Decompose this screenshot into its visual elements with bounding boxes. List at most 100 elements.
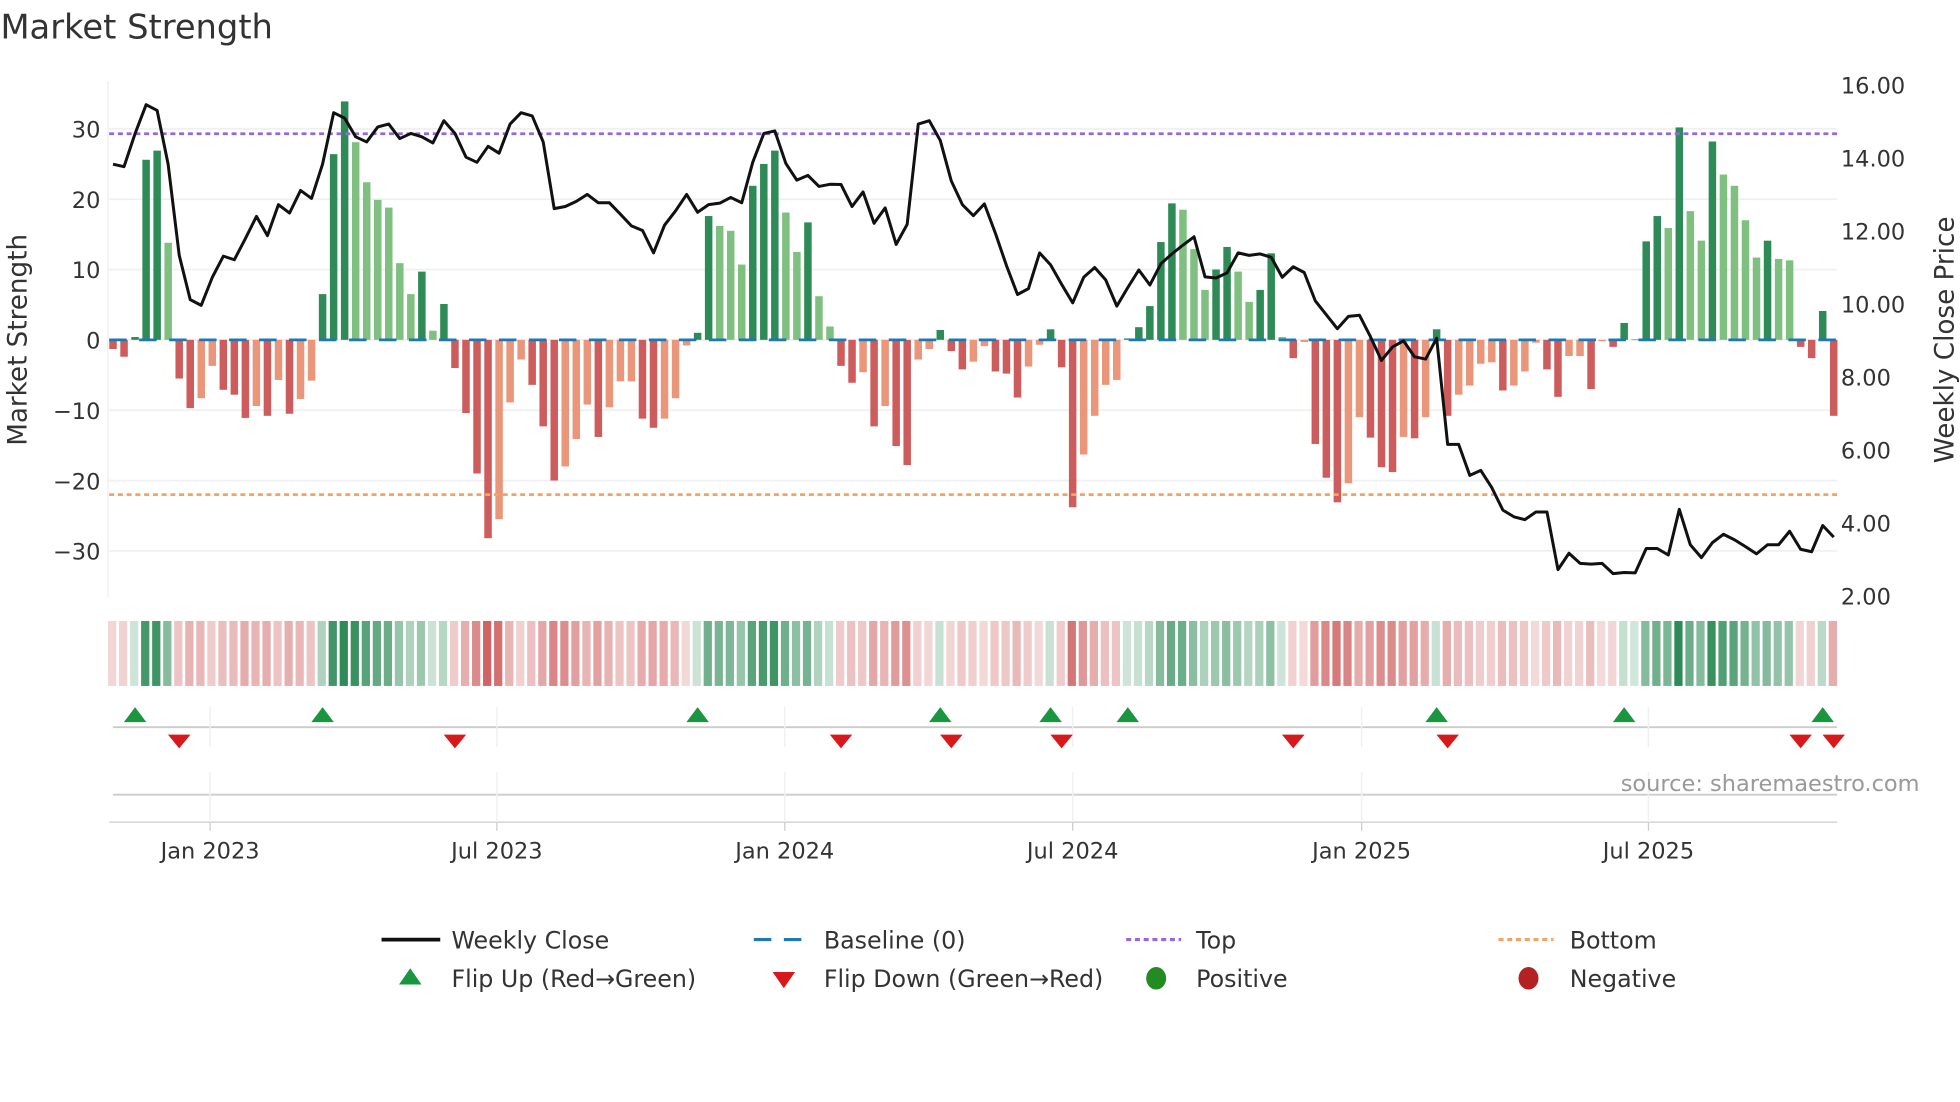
flip-up-marker bbox=[1116, 707, 1140, 723]
strength-bar bbox=[1686, 211, 1695, 340]
legend-bottom[interactable]: Bottom bbox=[1498, 926, 1657, 954]
strength-bar bbox=[1598, 339, 1606, 342]
legend-flip-up[interactable]: Flip Up (Red→Green) bbox=[399, 965, 696, 993]
legend-baseline[interactable]: Baseline (0) bbox=[753, 926, 966, 954]
strength-bar bbox=[274, 339, 283, 380]
strip-cell bbox=[1409, 620, 1418, 686]
flip-down-marker bbox=[167, 734, 191, 749]
strip-cell bbox=[1641, 620, 1650, 686]
strength-bar bbox=[351, 142, 360, 340]
y-tick-label: 30 bbox=[72, 118, 101, 144]
strip-cell bbox=[1376, 620, 1385, 686]
x-tick-label: Jul 2025 bbox=[1601, 838, 1694, 864]
strip-cell bbox=[1266, 620, 1275, 686]
legend-top[interactable]: Top bbox=[1126, 926, 1236, 954]
strength-bar bbox=[638, 339, 647, 419]
left-axis-title: Market Strength bbox=[4, 234, 34, 446]
strip-cell bbox=[1343, 620, 1352, 686]
strength-bar bbox=[1807, 339, 1816, 359]
strength-bar bbox=[1344, 339, 1353, 484]
legend-label: Top bbox=[1195, 926, 1236, 954]
strip-cell bbox=[681, 620, 690, 686]
strength-bar bbox=[1079, 339, 1088, 455]
strength-bar bbox=[362, 182, 371, 340]
strength-bar bbox=[1620, 322, 1628, 340]
strip-cell bbox=[902, 620, 911, 686]
flip-up-marker bbox=[1811, 707, 1834, 723]
strength-bar bbox=[175, 339, 183, 379]
strip-cell bbox=[1089, 620, 1098, 686]
legend-label: Flip Up (Red→Green) bbox=[451, 965, 696, 993]
y-tick-label: −30 bbox=[53, 540, 100, 566]
strip-cell bbox=[549, 620, 558, 686]
strip-cell bbox=[328, 620, 337, 686]
strip-cell bbox=[1222, 620, 1231, 686]
strip-cell bbox=[1575, 620, 1584, 686]
strength-bar bbox=[495, 339, 503, 520]
strip-cell bbox=[1211, 620, 1220, 686]
strip-cell bbox=[813, 620, 823, 686]
strip-cell bbox=[637, 620, 646, 686]
strip-cell bbox=[847, 620, 856, 686]
legend-flip-down[interactable]: Flip Down (Green→Red) bbox=[772, 965, 1104, 993]
strip-cell bbox=[1652, 620, 1661, 686]
y2-tick-label: 8.00 bbox=[1841, 366, 1891, 392]
strength-heat-strip bbox=[108, 620, 1837, 686]
triangle-down-icon bbox=[772, 972, 796, 989]
strip-cell bbox=[957, 620, 966, 686]
y2-tick-label: 4.00 bbox=[1841, 512, 1891, 538]
strip-cell bbox=[802, 620, 812, 686]
y-tick-label: 10 bbox=[72, 258, 101, 284]
strip-cell bbox=[1122, 620, 1132, 686]
strength-bar bbox=[671, 339, 680, 399]
strength-bar bbox=[1576, 339, 1584, 357]
strip-cell bbox=[1619, 620, 1628, 686]
strip-cell bbox=[1828, 620, 1837, 686]
y-tick-label: −10 bbox=[53, 399, 100, 425]
strip-cell bbox=[1718, 620, 1727, 686]
legend-label: Positive bbox=[1196, 965, 1287, 993]
y-tick-label: 20 bbox=[72, 188, 101, 214]
strip-cell bbox=[405, 620, 415, 686]
legend-weekly-close[interactable]: Weekly Close bbox=[381, 926, 610, 954]
legend-label: Weekly Close bbox=[451, 926, 609, 954]
legend-negative[interactable]: Negative bbox=[1518, 965, 1677, 993]
strip-cell bbox=[1773, 620, 1782, 686]
strip-cell bbox=[1508, 620, 1518, 686]
strength-bar bbox=[660, 339, 669, 419]
strip-cell bbox=[836, 620, 845, 686]
strip-cell bbox=[1597, 620, 1606, 686]
strip-cell bbox=[538, 620, 547, 686]
strength-bar bbox=[782, 212, 790, 340]
strip-cell bbox=[1486, 620, 1496, 686]
strength-bar bbox=[1399, 339, 1408, 437]
strip-cell bbox=[560, 620, 569, 686]
strip-cell bbox=[692, 620, 701, 686]
strength-bar bbox=[1333, 339, 1342, 503]
strength-bar bbox=[517, 339, 525, 360]
strip-cell bbox=[1806, 620, 1815, 686]
flip-up-marker bbox=[1039, 707, 1062, 723]
x-tick-label: Jan 2024 bbox=[733, 838, 834, 864]
strip-cell bbox=[582, 620, 591, 686]
strength-bar bbox=[285, 339, 294, 414]
strength-bar bbox=[1510, 339, 1518, 386]
flip-down-marker bbox=[1822, 734, 1845, 749]
strip-cell bbox=[361, 620, 370, 686]
strength-bar bbox=[1543, 339, 1551, 370]
strength-bar bbox=[715, 225, 724, 340]
strength-bar bbox=[197, 339, 206, 399]
legend-positive[interactable]: Positive bbox=[1146, 965, 1288, 993]
strength-bar bbox=[296, 339, 305, 399]
strip-cell bbox=[758, 620, 768, 686]
legend-label: Baseline (0) bbox=[824, 926, 966, 954]
x-tick-label: Jan 2023 bbox=[159, 838, 260, 864]
strength-bar bbox=[991, 339, 1000, 372]
strength-bar bbox=[760, 163, 768, 340]
strength-bar bbox=[142, 159, 150, 340]
strip-cell bbox=[119, 620, 128, 686]
strength-bar bbox=[429, 330, 437, 340]
strip-cell bbox=[1740, 620, 1749, 686]
strip-cell bbox=[483, 620, 492, 686]
strip-cell bbox=[273, 620, 282, 686]
